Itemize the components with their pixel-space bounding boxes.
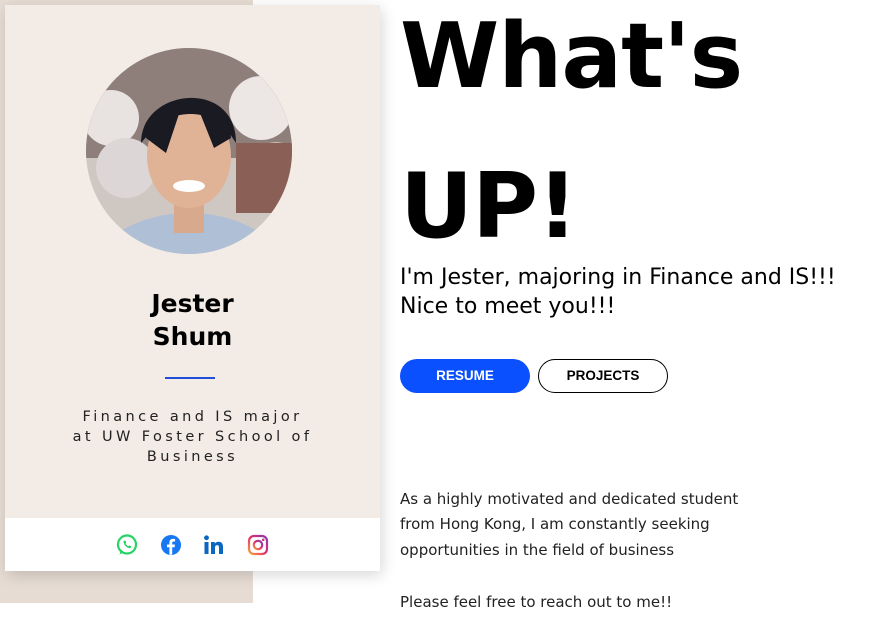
profile-tagline-line: Business [146, 449, 239, 465]
social-links-bar [5, 518, 380, 571]
instagram-icon[interactable] [246, 533, 270, 557]
facebook-icon[interactable] [159, 533, 183, 557]
profile-first-name: Jester [151, 289, 234, 318]
contact-invite-text: Please feel free to reach out to me!! [400, 593, 673, 611]
hero-headline-line2: UP! [400, 154, 578, 259]
linkedin-icon[interactable] [202, 533, 226, 557]
resume-button[interactable]: RESUME [400, 359, 530, 393]
hero-intro-line2: Nice to meet you!!! [400, 294, 616, 319]
profile-tagline-line: Finance and IS major [82, 409, 303, 425]
whatsapp-icon[interactable] [115, 533, 139, 557]
hero-headline-line1: What's [400, 4, 743, 109]
about-text-line: As a highly motivated and dedicated stud… [400, 490, 739, 508]
name-divider [165, 377, 215, 379]
projects-button[interactable]: PROJECTS [538, 359, 668, 393]
about-text-line: opportunities in the field of business [400, 541, 675, 559]
profile-photo-image [86, 48, 292, 254]
about-text-line: from Hong Kong, I am constantly seeking [400, 515, 710, 533]
profile-card: Jester Shum Finance and IS major at UW F… [5, 5, 380, 571]
hero-intro-line1: I'm Jester, majoring in Finance and IS!!… [400, 265, 836, 290]
profile-tagline-line: at UW Foster School of [72, 429, 313, 445]
avatar [86, 48, 292, 254]
profile-last-name: Shum [152, 322, 233, 351]
